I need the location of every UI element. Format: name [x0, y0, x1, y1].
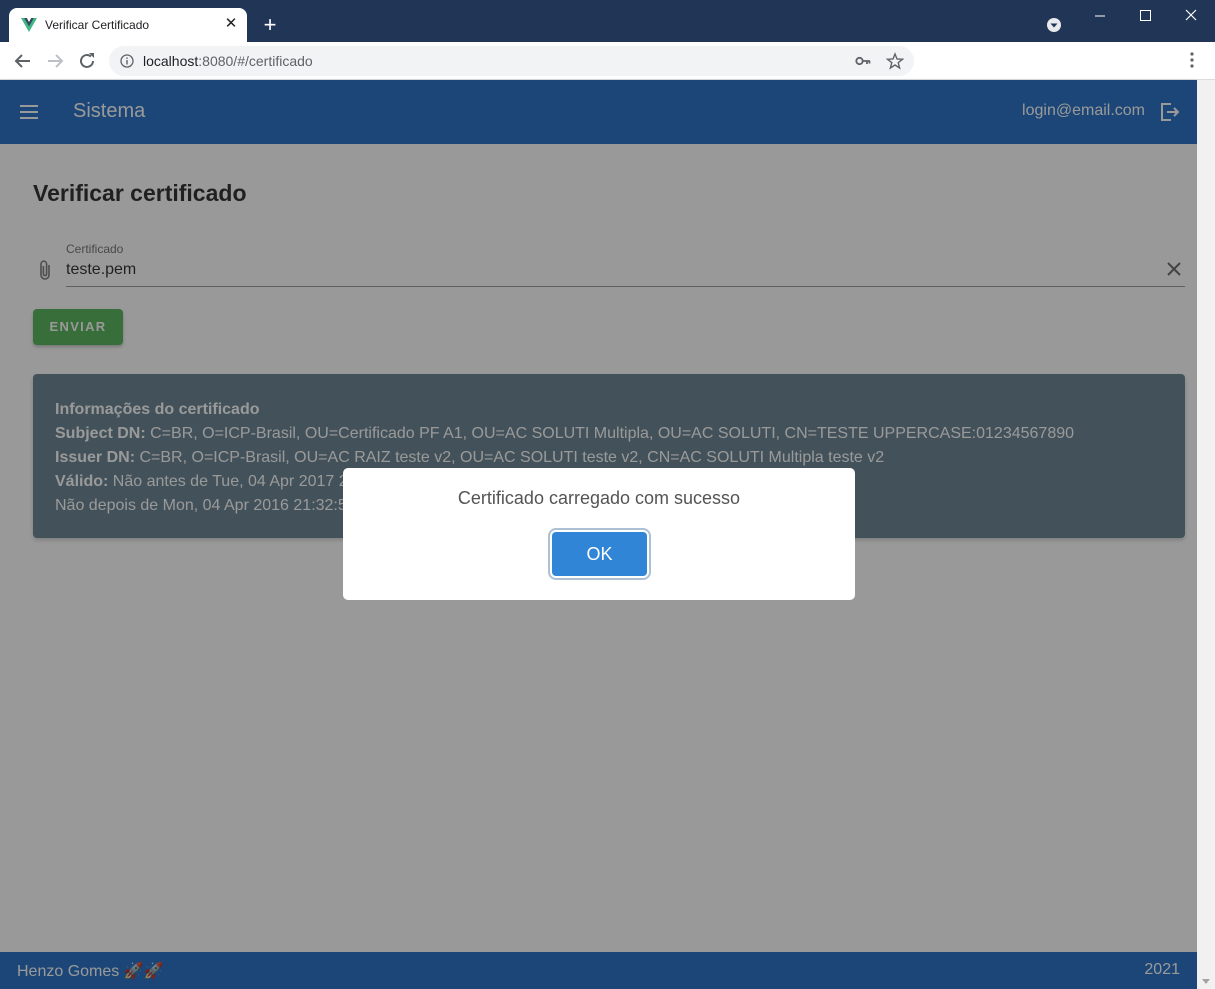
url-text: localhost:8080/#/certificado — [143, 53, 313, 69]
url-path: :8080/#/certificado — [198, 53, 313, 69]
browser-tab[interactable]: Verificar Certificado ✕ — [9, 8, 247, 42]
reload-icon[interactable] — [76, 50, 98, 72]
browser-tab-strip: Verificar Certificado ✕ + — [0, 0, 1215, 42]
tab-close-icon[interactable]: ✕ — [223, 16, 239, 32]
new-tab-button[interactable]: + — [258, 13, 282, 37]
vue-logo-icon — [21, 18, 37, 32]
site-info-icon[interactable] — [120, 54, 134, 68]
success-dialog: Certificado carregado com sucesso OK — [343, 468, 855, 600]
tab-title: Verificar Certificado — [45, 18, 150, 32]
window-close-icon[interactable] — [1179, 6, 1203, 26]
key-icon[interactable] — [855, 54, 871, 68]
address-bar[interactable]: localhost:8080/#/certificado — [109, 46, 914, 76]
dialog-message: Certificado carregado com sucesso — [457, 488, 741, 508]
ok-button[interactable]: OK — [552, 532, 647, 576]
window-minimize-icon[interactable] — [1088, 6, 1112, 26]
forward-arrow-icon[interactable] — [44, 50, 66, 72]
url-host: localhost — [143, 53, 199, 69]
scroll-down-arrow-icon[interactable] — [1202, 979, 1210, 984]
back-arrow-icon[interactable] — [12, 50, 34, 72]
tab-search-icon[interactable] — [1046, 17, 1062, 33]
bookmark-star-icon[interactable] — [886, 52, 904, 70]
browser-toolbar: localhost:8080/#/certificado uO DSS G 2 — [0, 42, 1215, 117]
window-maximize-icon[interactable] — [1133, 6, 1157, 26]
page-scrollbar[interactable] — [1197, 80, 1215, 989]
browser-menu-icon[interactable] — [1184, 51, 1200, 69]
